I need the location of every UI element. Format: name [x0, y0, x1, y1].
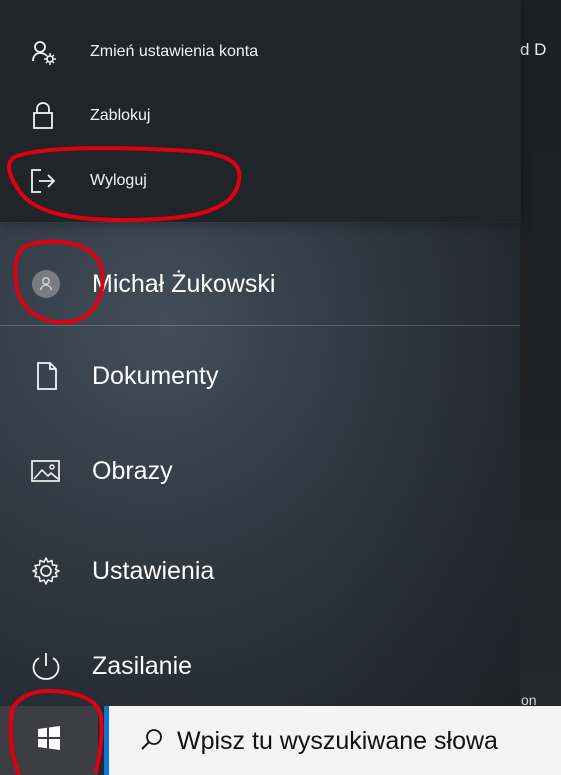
pictures-item[interactable]: Obrazy: [0, 432, 520, 510]
profile-divider: [0, 325, 520, 326]
background-window-edge: [520, 0, 561, 706]
user-profile-row[interactable]: Michał Żukowski: [0, 245, 520, 323]
user-name: Michał Żukowski: [92, 269, 276, 298]
person-settings-icon: [0, 37, 86, 67]
documents-label: Dokumenty: [92, 361, 219, 390]
windows-start-menu-screen: d D Zmień ustawienia konta Zablokuj Wylo…: [0, 0, 561, 775]
change-account-settings-item[interactable]: Zmień ustawienia konta: [0, 26, 520, 78]
search-placeholder: Wpisz tu wyszukiwane słowa: [177, 727, 498, 755]
sign-out-item[interactable]: Wyloguj: [0, 155, 520, 207]
sign-out-icon: [0, 166, 86, 196]
lock-icon: [0, 101, 86, 131]
document-icon: [0, 360, 92, 392]
settings-gear-icon: [0, 555, 92, 587]
power-label: Zasilanie: [92, 651, 193, 680]
settings-item[interactable]: Ustawienia: [0, 532, 520, 610]
taskbar-search-box[interactable]: Wpisz tu wyszukiwane słowa: [104, 706, 561, 775]
documents-item[interactable]: Dokumenty: [0, 337, 520, 415]
pictures-label: Obrazy: [92, 456, 173, 485]
sign-out-label: Wyloguj: [90, 172, 147, 189]
lock-item[interactable]: Zablokuj: [0, 90, 520, 142]
avatar: [32, 270, 60, 298]
power-icon: [0, 649, 92, 683]
settings-label: Ustawienia: [92, 556, 215, 585]
search-icon: [138, 726, 166, 754]
background-text-fragment-top: d D: [520, 40, 547, 59]
change-account-settings-label: Zmień ustawienia konta: [90, 43, 259, 60]
windows-logo-icon: [34, 723, 64, 758]
lock-label: Zablokuj: [90, 107, 151, 124]
avatar-icon: [0, 270, 92, 298]
power-item[interactable]: Zasilanie: [0, 627, 520, 705]
start-button[interactable]: [0, 706, 98, 775]
account-menu: Zmień ustawienia konta Zablokuj Wyloguj: [0, 0, 520, 222]
pictures-icon: [0, 457, 92, 485]
